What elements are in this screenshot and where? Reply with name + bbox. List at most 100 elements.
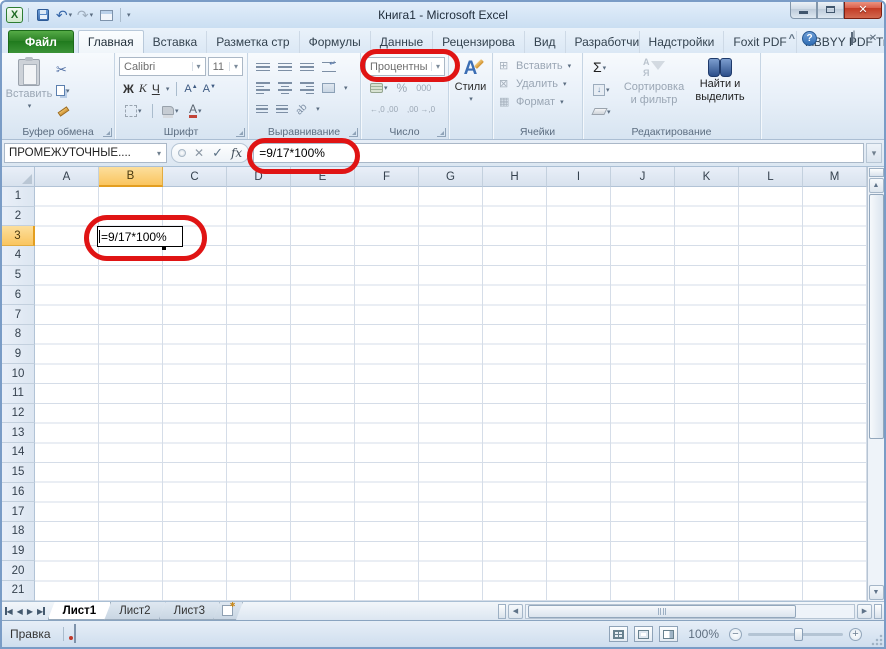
row-header[interactable]: 2 — [2, 207, 35, 227]
table-mode-button[interactable] — [97, 6, 115, 24]
workbook-restore-button[interactable] — [845, 33, 859, 44]
vertical-split-handle[interactable] — [869, 168, 884, 177]
row-header[interactable]: 11 — [2, 384, 35, 404]
row-header[interactable]: 12 — [2, 404, 35, 424]
customize-qat-arrow-icon[interactable]: ▾ — [127, 11, 131, 19]
align-bottom-button[interactable] — [300, 63, 314, 72]
column-header[interactable]: G — [419, 167, 483, 187]
formula-input[interactable]: =9/17*100% — [253, 143, 864, 163]
collapse-ribbon-icon[interactable]: ^ — [789, 33, 795, 45]
row-header[interactable]: 14 — [2, 443, 35, 463]
ribbon-tab[interactable]: Вид — [525, 31, 566, 53]
find-select-button[interactable]: Найти и выделить — [687, 57, 753, 123]
row-header[interactable]: 17 — [2, 502, 35, 522]
dialog-launcher-icon[interactable] — [437, 128, 446, 137]
column-header[interactable]: I — [547, 167, 611, 187]
align-top-button[interactable] — [256, 63, 270, 72]
autosum-button[interactable]: Σ▾ — [591, 59, 613, 76]
scroll-down-button[interactable]: ▼ — [869, 585, 884, 600]
scroll-up-button[interactable]: ▲ — [869, 178, 884, 193]
ribbon-tab[interactable]: Надстройки — [640, 31, 725, 53]
column-header[interactable]: L — [739, 167, 803, 187]
grow-font-button[interactable]: А▲ — [184, 83, 197, 95]
italic-button[interactable]: К — [139, 81, 147, 96]
comma-style-button[interactable]: 000 — [416, 83, 431, 93]
resize-grip[interactable] — [871, 634, 883, 646]
dialog-launcher-icon[interactable] — [349, 128, 358, 137]
orientation-icon[interactable]: ab — [294, 101, 310, 117]
page-break-view-button[interactable] — [659, 626, 678, 642]
page-layout-view-button[interactable] — [634, 626, 653, 642]
row-header[interactable]: 1 — [2, 187, 35, 207]
next-sheet-button[interactable]: ▶ — [27, 607, 33, 616]
maximize-button[interactable] — [817, 0, 844, 19]
dialog-launcher-icon[interactable] — [236, 128, 245, 137]
ribbon-tab[interactable]: Файл — [8, 30, 74, 53]
column-header[interactable]: H — [483, 167, 547, 187]
row-header[interactable]: 3 — [2, 226, 35, 246]
column-header[interactable]: A — [35, 167, 99, 187]
borders-button[interactable]: ▾ — [123, 102, 145, 119]
number-format-combo[interactable]: Процентны ▾ — [365, 57, 445, 76]
macro-record-button[interactable] — [74, 625, 76, 643]
first-sheet-button[interactable]: ◀ — [5, 607, 13, 616]
column-header[interactable]: C — [163, 167, 227, 187]
column-header[interactable]: D — [227, 167, 291, 187]
sheet-tab[interactable]: Лист2 — [104, 602, 165, 620]
row-header[interactable]: 16 — [2, 483, 35, 503]
ribbon-tab[interactable]: Главная — [78, 30, 144, 53]
merge-center-icon[interactable] — [322, 83, 335, 93]
scroll-left-button[interactable]: ◀ — [508, 604, 523, 619]
align-middle-button[interactable] — [278, 63, 292, 72]
align-right-button[interactable] — [300, 82, 314, 94]
cells-action-button[interactable]: ▦ Формат ▾ — [499, 95, 578, 108]
close-button[interactable]: ✕ — [844, 0, 882, 19]
confirm-entry-button[interactable]: ✓ — [212, 145, 223, 161]
percent-style-button[interactable]: % — [397, 81, 408, 95]
cut-button[interactable]: ✂ — [54, 61, 76, 78]
ribbon-tab[interactable]: Foxit PDF — [724, 31, 796, 53]
increase-decimal-button[interactable]: ←,0 ,00 — [370, 105, 398, 114]
last-sheet-button[interactable]: ▶ — [37, 607, 45, 616]
decrease-indent-button[interactable] — [256, 105, 268, 114]
accounting-format-button[interactable]: ▾ — [370, 83, 388, 93]
row-header[interactable]: 13 — [2, 423, 35, 443]
column-header[interactable]: F — [355, 167, 419, 187]
column-header[interactable]: J — [611, 167, 675, 187]
align-left-button[interactable] — [256, 82, 270, 94]
ribbon-tab[interactable]: Рецензирова — [433, 31, 525, 53]
row-header[interactable]: 18 — [2, 522, 35, 542]
column-header[interactable]: E — [291, 167, 355, 187]
font-color-button[interactable]: А▾ — [187, 102, 209, 119]
workbook-close-button[interactable]: ✕ — [866, 33, 880, 44]
clear-button[interactable]: ▾ — [591, 103, 613, 120]
row-header[interactable]: 15 — [2, 463, 35, 483]
bold-button[interactable]: Ж — [123, 82, 134, 96]
column-header[interactable]: K — [675, 167, 739, 187]
vertical-scroll-thumb[interactable] — [869, 194, 884, 439]
row-header[interactable]: 7 — [2, 305, 35, 325]
sheet-tab[interactable]: Лист3 — [159, 602, 220, 620]
cells-grid[interactable]: =9/17*100% — [35, 187, 867, 601]
fill-handle[interactable] — [162, 246, 166, 250]
cells-action-button[interactable]: ⊠ Удалить ▾ — [499, 77, 578, 90]
scroll-right-button[interactable]: ▶ — [857, 604, 872, 619]
cancel-entry-button[interactable]: ✕ — [194, 146, 204, 160]
name-box[interactable]: ПРОМЕЖУТОЧНЫЕ.... ▾ — [4, 143, 167, 163]
decrease-decimal-button[interactable]: ,00 →,0 — [407, 105, 435, 114]
ribbon-tab[interactable]: Разработчик — [566, 31, 640, 53]
zoom-in-button[interactable]: + — [849, 628, 862, 641]
cells-action-button[interactable]: ⊞ Вставить ▾ — [499, 59, 578, 72]
row-header[interactable]: 4 — [2, 246, 35, 266]
save-button[interactable] — [34, 6, 52, 24]
normal-view-button[interactable] — [609, 626, 628, 642]
fill-button[interactable]: ↓▾ — [591, 81, 613, 98]
cell-b3-edit-box[interactable]: =9/17*100% — [97, 226, 183, 247]
undo-button[interactable]: ↶▾ — [55, 6, 73, 24]
previous-sheet-button[interactable]: ◀ — [17, 607, 23, 616]
vertical-scrollbar[interactable]: ▲ ▼ — [867, 167, 884, 601]
cell-styles-icon[interactable]: А — [464, 59, 478, 79]
insert-function-button[interactable]: fx — [231, 146, 242, 160]
font-size-combo[interactable]: 11 ▾ — [208, 57, 243, 76]
column-header[interactable]: B — [99, 167, 163, 187]
